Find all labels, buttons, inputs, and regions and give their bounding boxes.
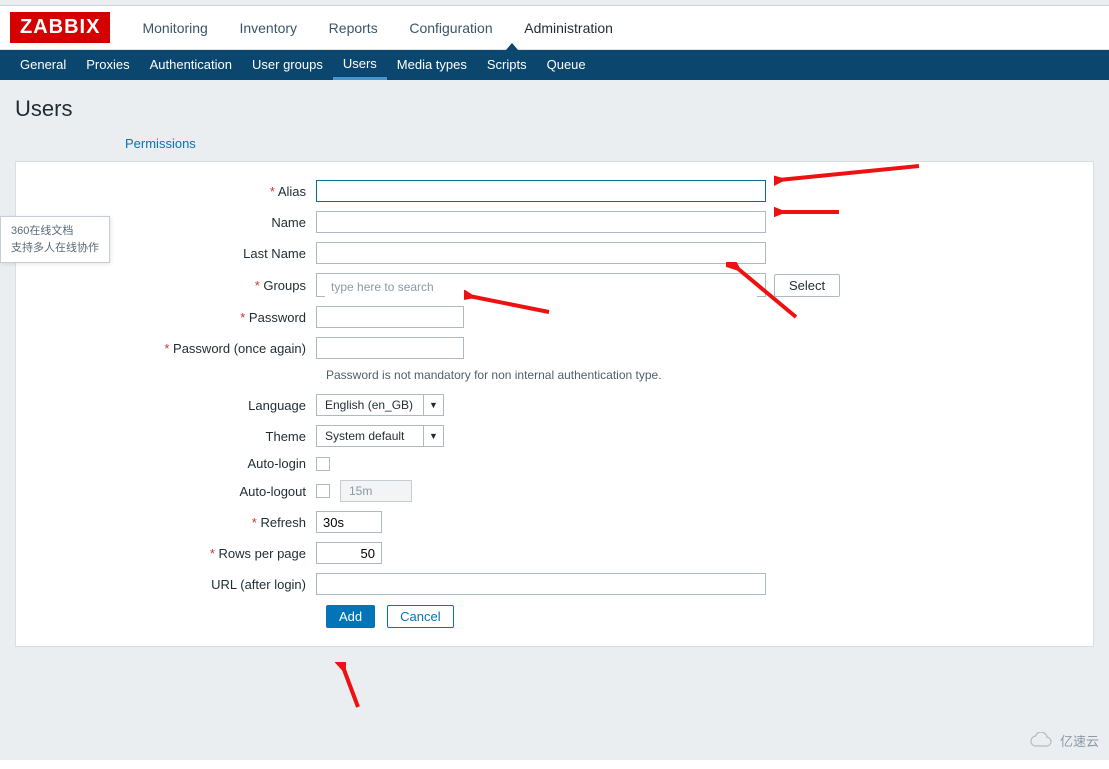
footer-brand: 亿速云 [1028,731,1099,750]
label-language: Language [36,398,316,413]
chevron-down-icon: ▼ [423,426,443,446]
subnav-general[interactable]: General [10,50,76,80]
annotation-arrow-icon [726,262,806,322]
password-again-input[interactable] [316,337,464,359]
form-panel: Alias Name Last Name Groups Select Passw… [15,161,1094,647]
cloud-icon [1028,732,1056,750]
last-name-input[interactable] [316,242,766,264]
subnav-queue[interactable]: Queue [537,50,596,80]
name-input[interactable] [316,211,766,233]
header: ZABBIX Monitoring Inventory Reports Conf… [0,6,1109,50]
nav-configuration[interactable]: Configuration [395,6,506,50]
refresh-input[interactable] [316,511,382,533]
cancel-button[interactable]: Cancel [387,605,453,628]
label-alias: Alias [36,184,316,199]
tab-permissions[interactable]: Permissions [125,136,196,151]
annotation-arrow-icon [328,662,368,712]
nav-monitoring[interactable]: Monitoring [128,6,221,50]
url-after-login-input[interactable] [316,573,766,595]
subnav-scripts[interactable]: Scripts [477,50,537,80]
alias-input[interactable] [316,180,766,202]
auto-logout-checkbox[interactable] [316,484,330,498]
auto-login-checkbox[interactable] [316,457,330,471]
subnav-media-types[interactable]: Media types [387,50,477,80]
theme-select[interactable]: System default ▼ [316,425,444,447]
label-groups: Groups [36,278,316,293]
theme-value: System default [317,429,423,443]
label-password-again: Password (once again) [36,341,316,356]
form-actions: Add Cancel [326,605,1073,628]
subnav-user-groups[interactable]: User groups [242,50,333,80]
overlay-line1: 360在线文档 [11,223,99,240]
annotation-arrow-icon [774,202,844,222]
rows-per-page-input[interactable] [316,542,382,564]
label-refresh: Refresh [36,515,316,530]
label-password: Password [36,310,316,325]
label-auto-login: Auto-login [36,456,316,471]
password-input[interactable] [316,306,464,328]
nav-administration[interactable]: Administration [510,6,627,50]
overlay-line2: 支持多人在线协作 [11,240,99,257]
label-rows-per-page: Rows per page [36,546,316,561]
annotation-arrow-icon [464,290,554,320]
subnav-authentication[interactable]: Authentication [140,50,242,80]
overlay-tooltip: 360在线文档 支持多人在线协作 [0,216,110,263]
main-nav: Monitoring Inventory Reports Configurati… [128,6,626,50]
password-note: Password is not mandatory for non intern… [326,368,1073,382]
label-auto-logout: Auto-logout [36,484,316,499]
annotation-arrow-icon [774,162,924,192]
language-select[interactable]: English (en_GB) ▼ [316,394,444,416]
nav-reports[interactable]: Reports [315,6,392,50]
page-area: Users 360在线文档 支持多人在线协作 Permissions Alias… [0,80,1109,760]
auto-logout-value: 15m [340,480,412,502]
label-url-after-login: URL (after login) [36,577,316,592]
add-button[interactable]: Add [326,605,375,628]
page-title: Users [15,96,1094,122]
label-theme: Theme [36,429,316,444]
subnav-proxies[interactable]: Proxies [76,50,139,80]
language-value: English (en_GB) [317,398,423,412]
logo[interactable]: ZABBIX [10,12,110,43]
subnav-users[interactable]: Users [333,50,387,80]
nav-inventory[interactable]: Inventory [225,6,311,50]
chevron-down-icon: ▼ [423,395,443,415]
sub-nav: General Proxies Authentication User grou… [0,50,1109,80]
nav-caret-icon [506,43,518,50]
